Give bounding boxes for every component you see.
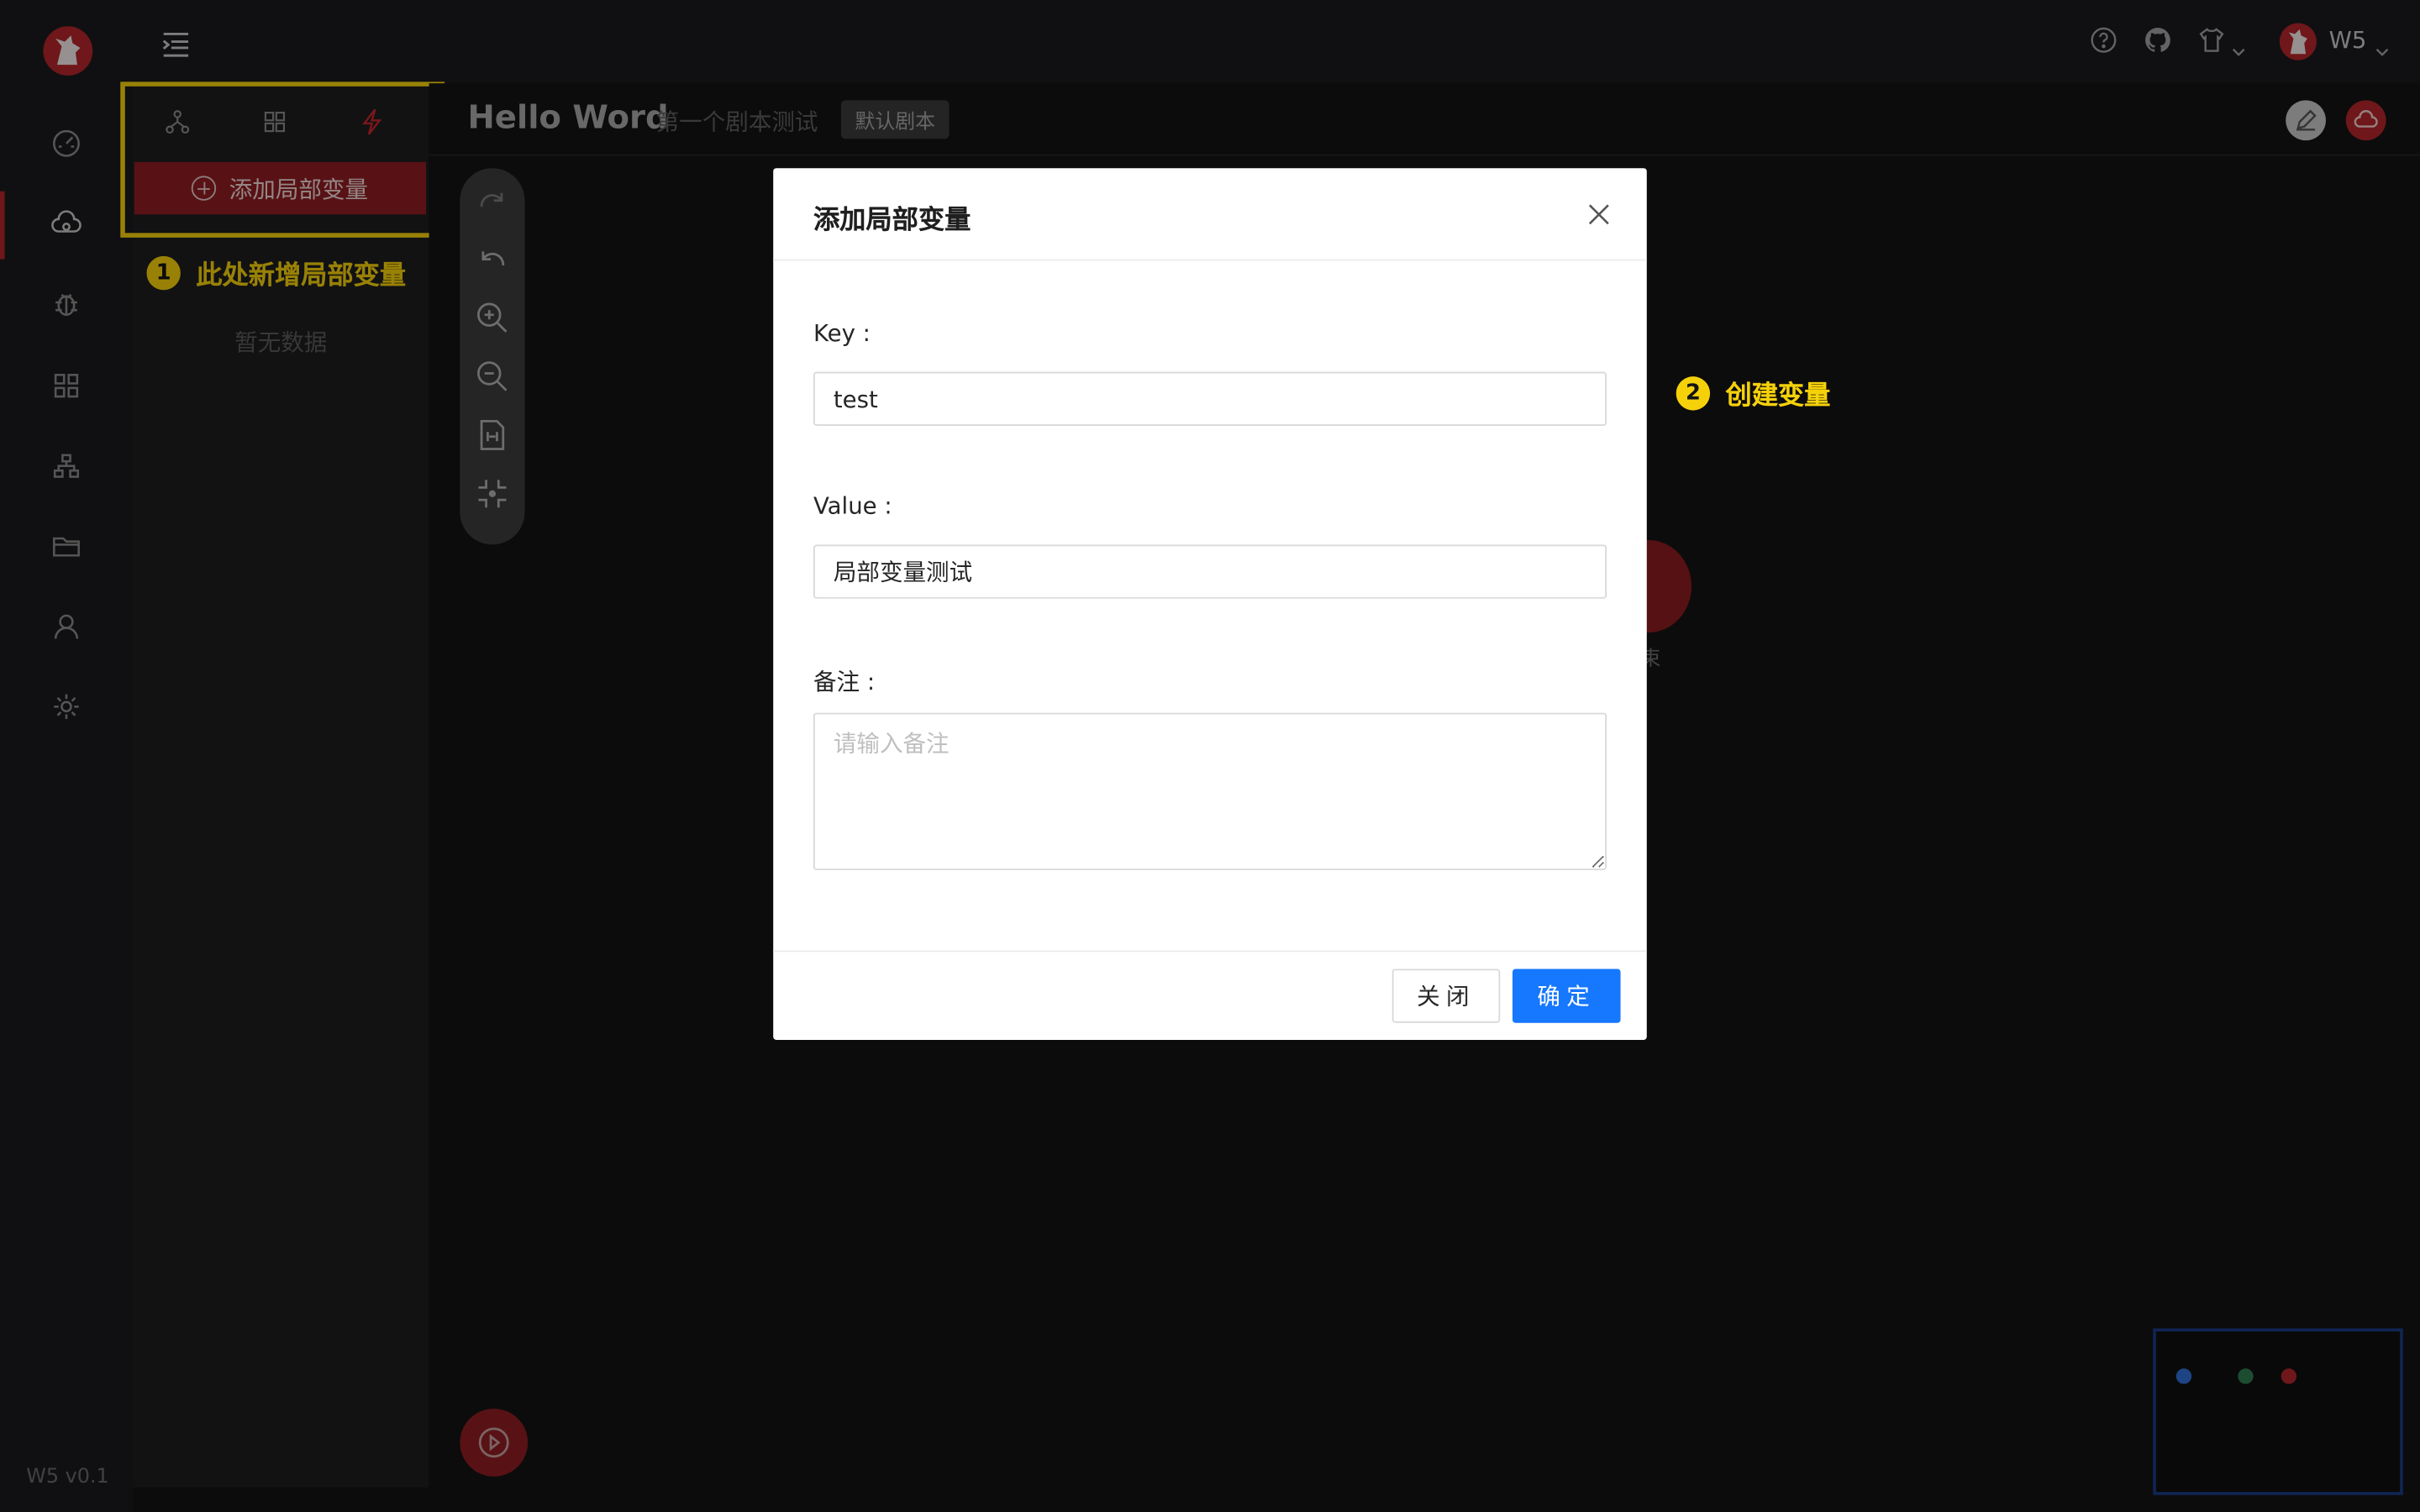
key-input[interactable]: [813, 371, 1607, 426]
value-label: Value :: [813, 491, 892, 520]
confirm-button[interactable]: 确定: [1512, 969, 1621, 1023]
value-input[interactable]: [813, 544, 1607, 599]
annotation-2-number: 2: [1676, 375, 1711, 410]
modal-title: 添加局部变量: [813, 205, 971, 237]
close-icon[interactable]: [1586, 202, 1611, 227]
remark-label: 备注 :: [813, 668, 876, 696]
close-button[interactable]: 关闭: [1392, 969, 1501, 1023]
annotation-2: 2 创建变量: [1676, 373, 1831, 412]
remark-textarea[interactable]: [813, 712, 1607, 870]
annotation-2-text: 创建变量: [1725, 381, 1831, 412]
modal-header-divider: [773, 259, 1647, 261]
key-label: Key :: [813, 319, 871, 348]
modal-footer-divider: [773, 950, 1647, 953]
add-variable-modal: 添加局部变量 Key : Value : 备注 : 关闭 确定: [773, 168, 1647, 1040]
